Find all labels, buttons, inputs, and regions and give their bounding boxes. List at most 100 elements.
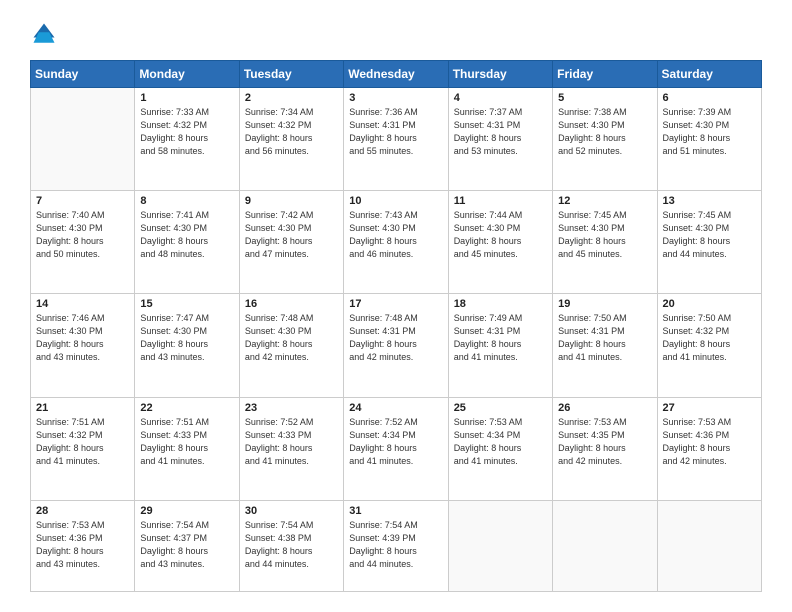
day-info: Sunrise: 7:34 AM Sunset: 4:32 PM Dayligh… <box>245 106 338 158</box>
day-info: Sunrise: 7:51 AM Sunset: 4:33 PM Dayligh… <box>140 416 233 468</box>
day-header-thursday: Thursday <box>448 61 552 88</box>
day-number: 6 <box>663 92 756 104</box>
day-number: 26 <box>558 402 651 414</box>
calendar-header: SundayMondayTuesdayWednesdayThursdayFrid… <box>31 61 762 88</box>
day-info: Sunrise: 7:47 AM Sunset: 4:30 PM Dayligh… <box>140 312 233 364</box>
calendar-cell: 2 Sunrise: 7:34 AM Sunset: 4:32 PM Daylig… <box>239 88 343 191</box>
day-info: Sunrise: 7:52 AM Sunset: 4:33 PM Dayligh… <box>245 416 338 468</box>
week-row-2: 7 Sunrise: 7:40 AM Sunset: 4:30 PM Daylig… <box>31 191 762 294</box>
day-number: 31 <box>349 505 442 517</box>
week-row-4: 21 Sunrise: 7:51 AM Sunset: 4:32 PM Dayli… <box>31 397 762 500</box>
calendar-cell <box>31 88 135 191</box>
day-number: 19 <box>558 298 651 310</box>
day-number: 1 <box>140 92 233 104</box>
calendar-cell: 30 Sunrise: 7:54 AM Sunset: 4:38 PM Dayli… <box>239 500 343 591</box>
day-info: Sunrise: 7:37 AM Sunset: 4:31 PM Dayligh… <box>454 106 547 158</box>
calendar-cell: 13Sunrise: 7:45 AM Sunset: 4:30 PM Dayli… <box>657 191 761 294</box>
day-info: Sunrise: 7:40 AM Sunset: 4:30 PM Dayligh… <box>36 209 129 261</box>
day-info: Sunrise: 7:48 AM Sunset: 4:30 PM Dayligh… <box>245 312 338 364</box>
day-info: Sunrise: 7:53 AM Sunset: 4:36 PM Dayligh… <box>36 519 129 571</box>
day-number: 13 <box>663 195 756 207</box>
calendar-cell <box>448 500 552 591</box>
week-row-5: 28 Sunrise: 7:53 AM Sunset: 4:36 PM Dayli… <box>31 500 762 591</box>
day-number: 23 <box>245 402 338 414</box>
day-info: Sunrise: 7:38 AM Sunset: 4:30 PM Dayligh… <box>558 106 651 158</box>
calendar-cell: 12 Sunrise: 7:45 AM Sunset: 4:30 PM Dayli… <box>553 191 657 294</box>
day-number: 18 <box>454 298 547 310</box>
day-info: Sunrise: 7:41 AM Sunset: 4:30 PM Dayligh… <box>140 209 233 261</box>
calendar-cell: 20 Sunrise: 7:50 AM Sunset: 4:32 PM Dayli… <box>657 294 761 397</box>
calendar-cell: 15Sunrise: 7:47 AM Sunset: 4:30 PM Dayli… <box>135 294 239 397</box>
day-info: Sunrise: 7:39 AM Sunset: 4:30 PM Dayligh… <box>663 106 756 158</box>
calendar-cell: 27Sunrise: 7:53 AM Sunset: 4:36 PM Dayli… <box>657 397 761 500</box>
calendar-cell: 26Sunrise: 7:53 AM Sunset: 4:35 PM Dayli… <box>553 397 657 500</box>
calendar-cell: 24 Sunrise: 7:52 AM Sunset: 4:34 PM Dayli… <box>344 397 448 500</box>
day-number: 16 <box>245 298 338 310</box>
day-number: 28 <box>36 505 129 517</box>
calendar-cell: 19 Sunrise: 7:50 AM Sunset: 4:31 PM Dayli… <box>553 294 657 397</box>
calendar-cell: 4 Sunrise: 7:37 AM Sunset: 4:31 PM Daylig… <box>448 88 552 191</box>
day-number: 17 <box>349 298 442 310</box>
page: SundayMondayTuesdayWednesdayThursdayFrid… <box>0 0 792 612</box>
day-info: Sunrise: 7:51 AM Sunset: 4:32 PM Dayligh… <box>36 416 129 468</box>
day-number: 4 <box>454 92 547 104</box>
day-info: Sunrise: 7:36 AM Sunset: 4:31 PM Dayligh… <box>349 106 442 158</box>
day-info: Sunrise: 7:54 AM Sunset: 4:38 PM Dayligh… <box>245 519 338 571</box>
day-number: 21 <box>36 402 129 414</box>
day-header-wednesday: Wednesday <box>344 61 448 88</box>
calendar-cell: 5 Sunrise: 7:38 AM Sunset: 4:30 PM Daylig… <box>553 88 657 191</box>
day-number: 24 <box>349 402 442 414</box>
calendar-cell: 16 Sunrise: 7:48 AM Sunset: 4:30 PM Dayli… <box>239 294 343 397</box>
day-number: 10 <box>349 195 442 207</box>
week-row-3: 14Sunrise: 7:46 AM Sunset: 4:30 PM Dayli… <box>31 294 762 397</box>
day-number: 2 <box>245 92 338 104</box>
calendar-cell: 1Sunrise: 7:33 AM Sunset: 4:32 PM Daylig… <box>135 88 239 191</box>
calendar-cell: 18 Sunrise: 7:49 AM Sunset: 4:31 PM Dayli… <box>448 294 552 397</box>
day-number: 8 <box>140 195 233 207</box>
day-number: 3 <box>349 92 442 104</box>
header-row: SundayMondayTuesdayWednesdayThursdayFrid… <box>31 61 762 88</box>
calendar-cell: 22 Sunrise: 7:51 AM Sunset: 4:33 PM Dayli… <box>135 397 239 500</box>
calendar-cell <box>553 500 657 591</box>
calendar-cell: 29 Sunrise: 7:54 AM Sunset: 4:37 PM Dayli… <box>135 500 239 591</box>
day-info: Sunrise: 7:50 AM Sunset: 4:32 PM Dayligh… <box>663 312 756 364</box>
calendar-cell: 31 Sunrise: 7:54 AM Sunset: 4:39 PM Dayli… <box>344 500 448 591</box>
day-info: Sunrise: 7:52 AM Sunset: 4:34 PM Dayligh… <box>349 416 442 468</box>
calendar-cell: 25Sunrise: 7:53 AM Sunset: 4:34 PM Dayli… <box>448 397 552 500</box>
day-number: 22 <box>140 402 233 414</box>
day-number: 30 <box>245 505 338 517</box>
day-header-tuesday: Tuesday <box>239 61 343 88</box>
day-info: Sunrise: 7:49 AM Sunset: 4:31 PM Dayligh… <box>454 312 547 364</box>
calendar-cell: 9Sunrise: 7:42 AM Sunset: 4:30 PM Daylig… <box>239 191 343 294</box>
calendar-cell: 28 Sunrise: 7:53 AM Sunset: 4:36 PM Dayli… <box>31 500 135 591</box>
calendar-cell: 3 Sunrise: 7:36 AM Sunset: 4:31 PM Daylig… <box>344 88 448 191</box>
day-number: 5 <box>558 92 651 104</box>
calendar-cell: 6 Sunrise: 7:39 AM Sunset: 4:30 PM Daylig… <box>657 88 761 191</box>
day-number: 7 <box>36 195 129 207</box>
calendar-cell: 11 Sunrise: 7:44 AM Sunset: 4:30 PM Dayli… <box>448 191 552 294</box>
day-number: 12 <box>558 195 651 207</box>
calendar-table: SundayMondayTuesdayWednesdayThursdayFrid… <box>30 60 762 592</box>
day-number: 29 <box>140 505 233 517</box>
day-number: 20 <box>663 298 756 310</box>
logo-icon <box>30 20 58 48</box>
day-info: Sunrise: 7:48 AM Sunset: 4:31 PM Dayligh… <box>349 312 442 364</box>
day-info: Sunrise: 7:44 AM Sunset: 4:30 PM Dayligh… <box>454 209 547 261</box>
day-header-monday: Monday <box>135 61 239 88</box>
day-number: 14 <box>36 298 129 310</box>
week-row-1: 1Sunrise: 7:33 AM Sunset: 4:32 PM Daylig… <box>31 88 762 191</box>
logo <box>30 20 62 48</box>
calendar-cell <box>657 500 761 591</box>
day-info: Sunrise: 7:54 AM Sunset: 4:37 PM Dayligh… <box>140 519 233 571</box>
day-info: Sunrise: 7:45 AM Sunset: 4:30 PM Dayligh… <box>558 209 651 261</box>
day-number: 11 <box>454 195 547 207</box>
day-info: Sunrise: 7:53 AM Sunset: 4:34 PM Dayligh… <box>454 416 547 468</box>
header <box>30 20 762 48</box>
day-number: 27 <box>663 402 756 414</box>
day-info: Sunrise: 7:42 AM Sunset: 4:30 PM Dayligh… <box>245 209 338 261</box>
day-header-sunday: Sunday <box>31 61 135 88</box>
calendar-cell: 14Sunrise: 7:46 AM Sunset: 4:30 PM Dayli… <box>31 294 135 397</box>
calendar-cell: 23 Sunrise: 7:52 AM Sunset: 4:33 PM Dayli… <box>239 397 343 500</box>
day-info: Sunrise: 7:54 AM Sunset: 4:39 PM Dayligh… <box>349 519 442 571</box>
day-info: Sunrise: 7:50 AM Sunset: 4:31 PM Dayligh… <box>558 312 651 364</box>
